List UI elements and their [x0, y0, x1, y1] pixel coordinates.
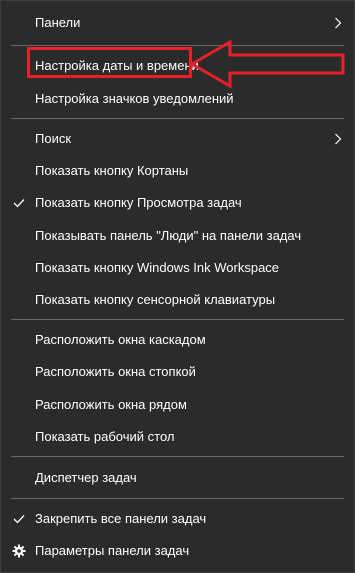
menu-item-show-people[interactable]: Показывать панель "Люди" на панели задач [1, 222, 354, 250]
menu-item-show-cortana[interactable]: Показать кнопку Кортаны [1, 157, 354, 185]
menu-separator [11, 319, 344, 320]
menu-item-stack-windows[interactable]: Расположить окна стопкой [1, 358, 354, 386]
menu-item-label: Закрепить все панели задач [35, 511, 207, 526]
menu-item-show-touch-keyboard[interactable]: Показать кнопку сенсорной клавиатуры [1, 286, 354, 314]
menu-item-toolbars[interactable]: Панели [1, 9, 354, 37]
menu-item-show-desktop[interactable]: Показать рабочий стол [1, 423, 354, 451]
menu-item-search[interactable]: Поиск [1, 125, 354, 153]
menu-item-side-by-side-windows[interactable]: Расположить окна рядом [1, 391, 354, 419]
menu-item-show-task-view[interactable]: Показать кнопку Просмотра задач [1, 189, 354, 217]
menu-item-label: Параметры панели задач [35, 543, 190, 558]
menu-item-lock-taskbars[interactable]: Закрепить все панели задач [1, 505, 354, 533]
menu-item-label: Показать рабочий стол [35, 429, 175, 444]
menu-separator [11, 456, 344, 457]
menu-item-date-time-settings[interactable]: Настройка даты и времени [1, 52, 354, 80]
menu-separator [11, 45, 344, 46]
gear-icon [11, 537, 27, 565]
menu-item-label: Настройка даты и времени [35, 58, 199, 73]
chevron-right-icon [332, 125, 344, 153]
checkmark-icon [11, 505, 27, 533]
menu-separator [11, 118, 344, 119]
menu-item-label: Панели [35, 15, 81, 30]
menu-item-label: Расположить окна стопкой [35, 364, 196, 379]
menu-item-label: Показать кнопку сенсорной клавиатуры [35, 292, 276, 307]
chevron-right-icon [332, 9, 344, 37]
menu-item-task-manager[interactable]: Диспетчер задач [1, 464, 354, 492]
menu-item-notification-icons[interactable]: Настройка значков уведомлений [1, 85, 354, 113]
menu-item-label: Диспетчер задач [35, 470, 137, 485]
menu-item-label: Расположить окна каскадом [35, 332, 206, 347]
menu-item-label: Показывать панель "Люди" на панели задач [35, 228, 302, 243]
menu-item-label: Показать кнопку Кортаны [35, 163, 189, 178]
menu-item-cascade-windows[interactable]: Расположить окна каскадом [1, 326, 354, 354]
menu-separator [11, 498, 344, 499]
menu-item-label: Поиск [35, 131, 72, 146]
menu-item-label: Показать кнопку Просмотра задач [35, 195, 242, 210]
menu-item-taskbar-settings[interactable]: Параметры панели задач [1, 537, 354, 565]
taskbar-context-menu: Панели Настройка даты и времени Настройк… [0, 0, 355, 573]
menu-item-label: Настройка значков уведомлений [35, 91, 234, 106]
menu-item-label: Расположить окна рядом [35, 397, 187, 412]
menu-item-show-windows-ink[interactable]: Показать кнопку Windows Ink Workspace [1, 254, 354, 282]
menu-item-label: Показать кнопку Windows Ink Workspace [35, 260, 280, 275]
checkmark-icon [11, 189, 27, 217]
